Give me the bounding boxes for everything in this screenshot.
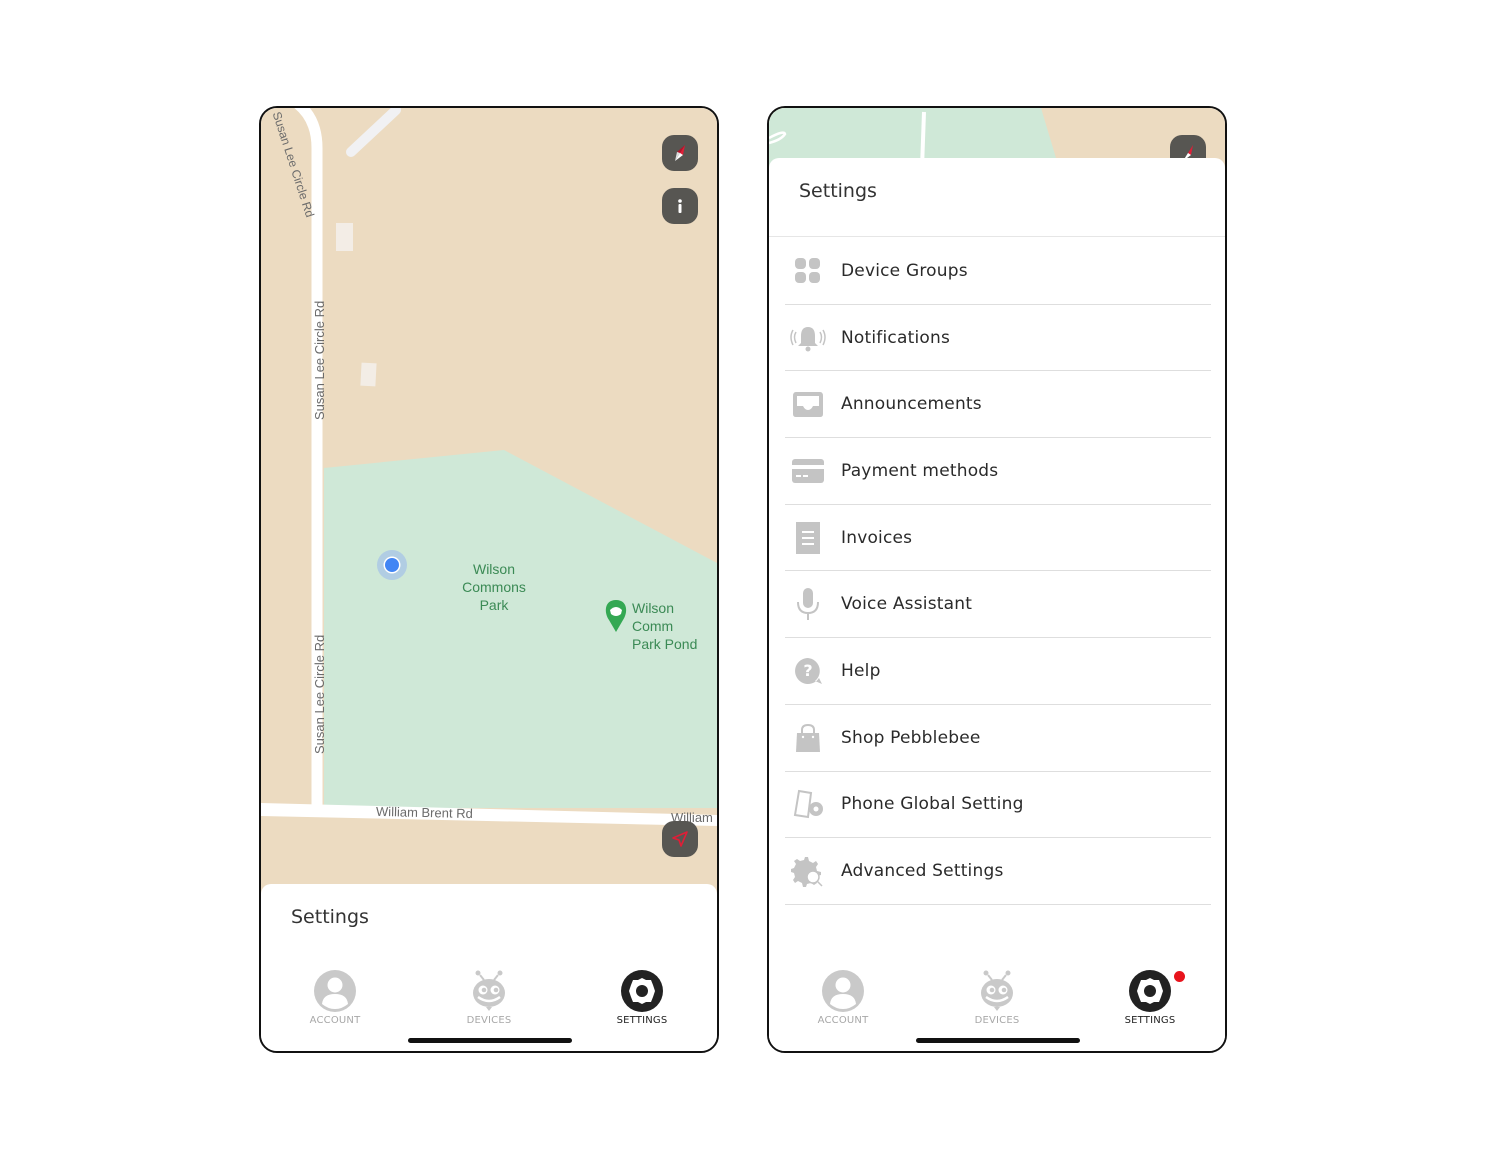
map-canvas[interactable]: [261, 108, 717, 898]
sheet-header: Settings: [769, 158, 1225, 237]
tab-account[interactable]: ACCOUNT: [285, 969, 385, 1026]
grid-icon: [789, 253, 827, 289]
tab-label: ACCOUNT: [309, 1015, 361, 1026]
park-label-line: Park: [479, 597, 509, 613]
menu-label: Advanced Settings: [841, 861, 1004, 882]
info-icon: [678, 199, 682, 213]
tab-settings[interactable]: SETTINGS: [1100, 969, 1200, 1026]
menu-item-voice-assistant[interactable]: Voice Assistant: [785, 571, 1211, 639]
bell-icon: [789, 320, 827, 356]
gear-search-icon: [789, 853, 827, 889]
navigation-arrow-icon: [672, 831, 688, 847]
road-label-vertical-lower: Susan Lee Circle Rd: [312, 634, 327, 754]
tab-label: ACCOUNT: [817, 1015, 869, 1026]
menu-item-invoices[interactable]: Invoices: [785, 505, 1211, 572]
tab-label: DEVICES: [974, 1015, 1020, 1026]
menu-label: Voice Assistant: [841, 594, 973, 615]
tab-label: SETTINGS: [616, 1015, 668, 1026]
building: [360, 362, 377, 387]
info-button[interactable]: [662, 188, 698, 224]
tab-bar: ACCOUNT DEVICES SETTINGS: [261, 961, 717, 1051]
tab-devices[interactable]: DEVICES: [947, 969, 1047, 1026]
devices-bee-icon: [473, 970, 505, 1011]
menu-item-advanced-settings[interactable]: Advanced Settings: [785, 838, 1211, 905]
menu-item-device-groups[interactable]: Device Groups: [785, 238, 1211, 305]
account-icon: [822, 970, 864, 1012]
menu-label: Announcements: [841, 394, 982, 415]
sheet-title: Settings: [799, 180, 877, 202]
park-label: Wilson Commons Park: [454, 560, 534, 614]
menu-item-help[interactable]: ? Help: [785, 638, 1211, 705]
menu-label: Notifications: [841, 327, 950, 348]
compass-icon: [675, 145, 685, 161]
credit-card-icon: [789, 453, 827, 489]
tab-bar: ACCOUNT DEVICES SETTINGS: [769, 961, 1225, 1051]
home-indicator[interactable]: [916, 1038, 1080, 1043]
map-view[interactable]: Susan Lee Circle Rd Susan Lee Circle Rd …: [261, 108, 717, 898]
inbox-icon: [789, 386, 827, 422]
poi-label[interactable]: Wilson Comm Park Pond: [632, 599, 717, 653]
menu-label: Device Groups: [841, 260, 968, 281]
settings-gear-icon: [621, 970, 663, 1012]
locate-me-button[interactable]: [662, 821, 698, 857]
menu-label: Help: [841, 660, 881, 681]
compass-button[interactable]: [662, 135, 698, 171]
poi-label-line: Park Pond: [632, 636, 698, 652]
menu-item-notifications[interactable]: Notifications: [785, 305, 1211, 372]
building: [336, 223, 353, 251]
menu-label: Phone Global Setting: [841, 794, 1024, 815]
tab-label: DEVICES: [466, 1015, 512, 1026]
menu-item-payment-methods[interactable]: Payment methods: [785, 438, 1211, 505]
shopping-bag-icon: [789, 720, 827, 756]
settings-gear-icon: [1129, 970, 1171, 1012]
tab-account[interactable]: ACCOUNT: [793, 969, 893, 1026]
settings-menu: Device Groups Notifications Announcement…: [785, 238, 1211, 905]
tab-devices[interactable]: DEVICES: [439, 969, 539, 1026]
receipt-icon: [789, 520, 827, 556]
sheet-title: Settings: [291, 906, 369, 928]
road-label-vertical-upper: Susan Lee Circle Rd: [312, 300, 327, 420]
notification-badge: [1174, 971, 1185, 982]
menu-item-announcements[interactable]: Announcements: [785, 371, 1211, 439]
settings-sheet-collapsed[interactable]: Settings: [261, 884, 717, 964]
poi-label-line: Wilson Comm: [632, 600, 675, 634]
help-icon: ?: [789, 653, 827, 689]
menu-item-phone-global-setting[interactable]: Phone Global Setting: [785, 772, 1211, 839]
road-label-horizontal: William Brent Rd: [375, 803, 473, 822]
tab-settings[interactable]: SETTINGS: [592, 969, 692, 1026]
phone-gear-icon: [789, 786, 827, 822]
phone-screen-map: Susan Lee Circle Rd Susan Lee Circle Rd …: [259, 106, 719, 1053]
phone-screen-settings: Settings Device Groups Notifications Ann…: [767, 106, 1227, 1053]
menu-item-shop-pebblebee[interactable]: Shop Pebblebee: [785, 705, 1211, 772]
devices-bee-icon: [981, 970, 1013, 1011]
current-location-dot[interactable]: [385, 558, 399, 572]
home-indicator[interactable]: [408, 1038, 572, 1043]
park-label-line: Wilson: [472, 561, 515, 577]
microphone-icon: [789, 586, 827, 622]
park-label-line: Commons: [462, 579, 526, 595]
menu-label: Invoices: [841, 527, 913, 548]
menu-label: Payment methods: [841, 460, 999, 481]
menu-label: Shop Pebblebee: [841, 727, 981, 748]
tab-label: SETTINGS: [1124, 1015, 1176, 1026]
svg-text:?: ?: [803, 661, 812, 680]
account-icon: [314, 970, 356, 1012]
